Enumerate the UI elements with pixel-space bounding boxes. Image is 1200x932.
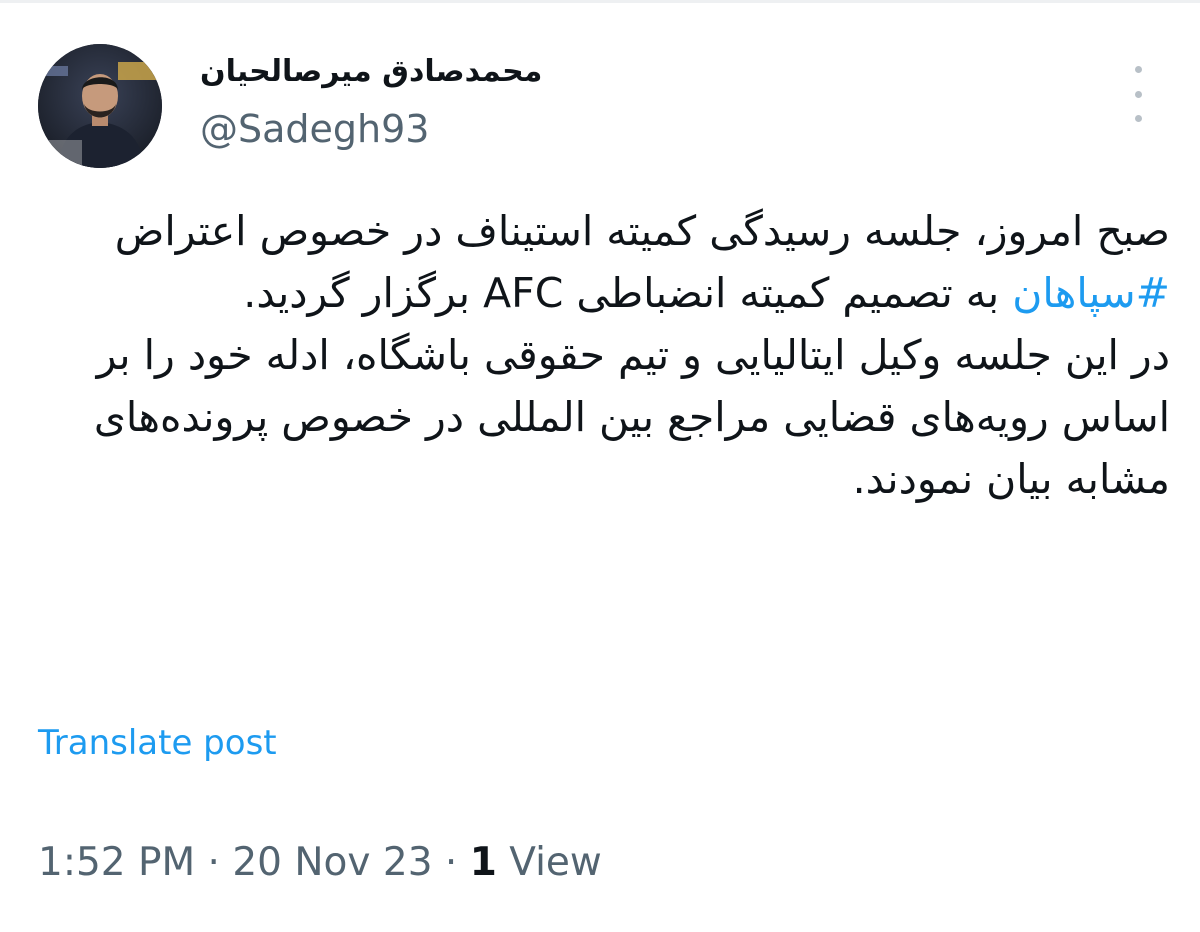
more-dot [1134, 66, 1142, 73]
author-display-name[interactable]: محمدصادق میرصالحیان [200, 54, 620, 89]
top-divider [0, 0, 1200, 3]
author-handle[interactable]: @Sadegh93 [200, 107, 429, 151]
tweet-paragraph-2: در این جلسه وکیل ایتالیایی و تیم حقوقی ب… [93, 331, 1170, 503]
avatar-image [38, 44, 162, 168]
meta-separator: · [195, 840, 233, 885]
tweet-text-segment: صبح امروز، جلسه رسیدگی کمیته استیناف در … [114, 207, 1170, 255]
more-dot [1134, 90, 1142, 98]
tweet-date[interactable]: 20 Nov 23 [232, 840, 432, 885]
tweet-paragraph-1: صبح امروز، جلسه رسیدگی کمیته استیناف در … [40, 200, 1170, 324]
tweet-metadata: 1:52 PM · 20 Nov 23 · 1 View [38, 840, 602, 885]
more-options-icon[interactable] [1124, 66, 1152, 122]
tweet-text-segment: به تصمیم کمیته انضباطی AFC برگزار گردید. [243, 269, 1013, 317]
hashtag-link[interactable]: #سپاهان [1012, 269, 1170, 317]
tweet-time[interactable]: 1:52 PM [38, 840, 195, 885]
view-count: 1 [469, 840, 497, 885]
avatar[interactable] [38, 44, 162, 168]
translate-post-link[interactable]: Translate post [38, 723, 277, 763]
view-label: View [496, 840, 602, 885]
tweet-text: صبح امروز، جلسه رسیدگی کمیته استیناف در … [40, 200, 1170, 510]
more-dot [1134, 115, 1142, 122]
meta-separator: · [432, 840, 470, 885]
